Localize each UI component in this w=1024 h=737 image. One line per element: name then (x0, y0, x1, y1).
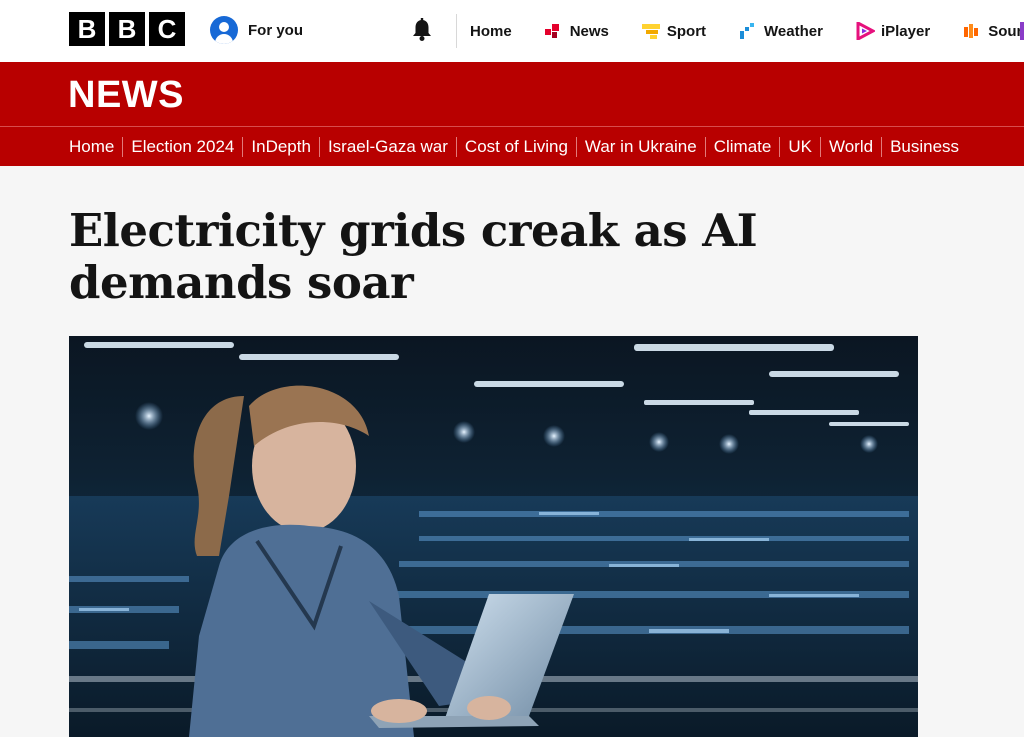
nav-sounds[interactable]: Sounds (962, 22, 1024, 40)
article-hero-image (69, 336, 918, 737)
for-you-label: For you (248, 21, 303, 39)
sounds-icon (964, 24, 979, 38)
nav-news-label: News (569, 22, 609, 40)
nav-news[interactable]: News (544, 22, 609, 40)
iplayer-icon (856, 22, 875, 40)
section-indepth[interactable]: InDepth (243, 137, 320, 157)
data-center-illustration (69, 342, 918, 737)
global-header: B B C For you Home News Sport Weather iP… (0, 0, 1024, 62)
section-uk[interactable]: UK (780, 137, 821, 157)
nav-iplayer-label: iPlayer (880, 22, 931, 40)
section-climate[interactable]: Climate (706, 137, 781, 157)
section-israel-gaza-war[interactable]: Israel-Gaza war (320, 137, 457, 157)
news-icon (544, 24, 559, 38)
nav-home[interactable]: Home (470, 23, 512, 40)
bbc-logo-letter: B (69, 12, 105, 46)
nav-home-label: Home (470, 22, 512, 40)
section-election-2024[interactable]: Election 2024 (123, 137, 244, 157)
nav-divider (456, 14, 457, 48)
article-headline: Electricity grids creak as AI demands so… (69, 204, 758, 309)
section-business[interactable]: Business (882, 137, 967, 157)
more-nav-edge[interactable] (1020, 22, 1024, 40)
section-cost-of-living[interactable]: Cost of Living (457, 137, 577, 157)
bbc-logo-letter: B (109, 12, 145, 46)
nav-iplayer[interactable]: iPlayer (855, 22, 930, 40)
nav-weather[interactable]: Weather (738, 22, 823, 40)
bbc-logo-letter: C (149, 12, 185, 46)
nav-sport-label: Sport (666, 22, 707, 40)
section-home[interactable]: Home (69, 137, 124, 157)
bbc-logo[interactable]: B B C (69, 12, 185, 46)
section-world[interactable]: World (821, 137, 883, 157)
user-icon (210, 16, 238, 44)
news-logo[interactable]: NEWS (68, 74, 184, 117)
nav-sounds-label: Sounds (988, 22, 1024, 40)
weather-icon (740, 23, 755, 39)
section-war-in-ukraine[interactable]: War in Ukraine (577, 137, 706, 157)
global-nav: Home News Sport Weather iPlayer Sou (470, 0, 1024, 62)
nav-sport[interactable]: Sport (641, 22, 706, 40)
nav-weather-label: Weather (764, 22, 823, 40)
banner-divider (0, 126, 1024, 127)
sport-icon (641, 24, 660, 39)
for-you-button[interactable]: For you (210, 15, 303, 45)
news-banner: NEWS Home Election 2024 InDepth Israel-G… (0, 62, 1024, 166)
section-nav: Home Election 2024 InDepth Israel-Gaza w… (69, 128, 967, 166)
bell-icon[interactable] (408, 16, 436, 44)
